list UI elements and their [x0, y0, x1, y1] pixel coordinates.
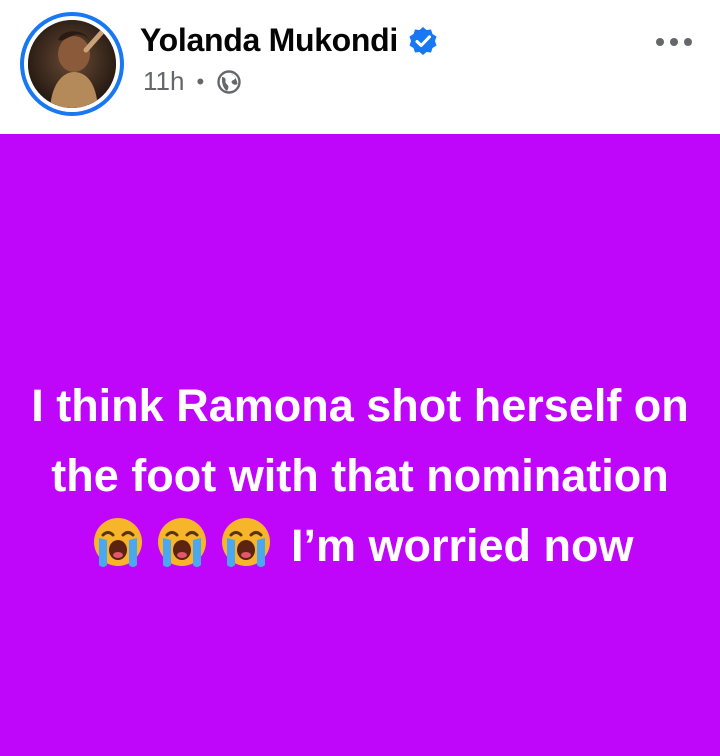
post-text: I think Ramona shot herself on the foot …: [30, 371, 690, 581]
loudly-crying-face-icon: [217, 513, 275, 571]
facebook-post: Yolanda Mukondi 11h • I think Ramona sho…: [0, 0, 720, 756]
post-header: Yolanda Mukondi 11h •: [0, 0, 720, 134]
post-content: I think Ramona shot herself on the foot …: [0, 134, 720, 756]
post-timestamp[interactable]: 11h: [143, 66, 184, 97]
avatar[interactable]: [20, 12, 124, 116]
verified-badge-icon: [408, 26, 438, 56]
loudly-crying-face-icon: [89, 513, 147, 571]
avatar-photo: [28, 20, 116, 108]
meta-separator: •: [196, 68, 205, 94]
post-meta: 11h •: [143, 66, 242, 97]
more-options-icon[interactable]: [654, 30, 694, 54]
post-body-text-end: I’m worried now: [290, 520, 634, 571]
profile-photo-icon: [28, 20, 116, 108]
globe-icon[interactable]: [216, 69, 242, 95]
author-name[interactable]: Yolanda Mukondi: [140, 22, 398, 59]
post-body-text: I think Ramona shot herself on the foot …: [31, 380, 689, 501]
loudly-crying-face-icon: [153, 513, 211, 571]
